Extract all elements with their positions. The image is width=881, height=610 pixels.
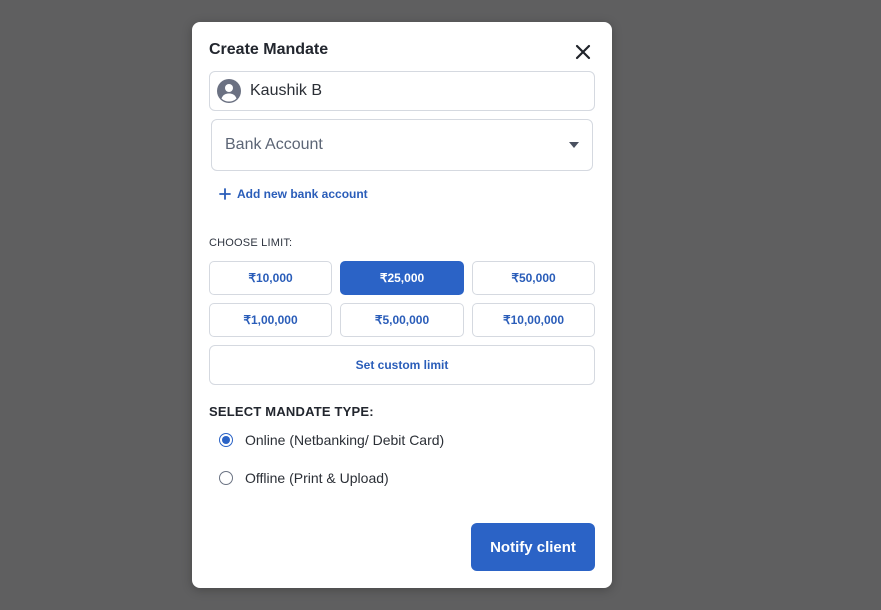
add-bank-account-label: Add new bank account xyxy=(237,187,368,201)
bank-account-placeholder: Bank Account xyxy=(225,136,323,153)
mandate-type-online[interactable]: Online (Netbanking/ Debit Card) xyxy=(219,432,444,448)
close-icon xyxy=(575,44,591,60)
client-field[interactable]: Kaushik B xyxy=(209,71,595,111)
modal-title: Create Mandate xyxy=(209,41,329,58)
mandate-type-label: SELECT MANDATE TYPE: xyxy=(209,404,374,419)
bank-account-select[interactable]: Bank Account xyxy=(211,119,593,171)
close-button[interactable] xyxy=(573,43,593,61)
radio-offline[interactable] xyxy=(219,471,233,485)
mandate-type-offline[interactable]: Offline (Print & Upload) xyxy=(219,470,389,486)
plus-icon xyxy=(219,188,231,200)
notify-client-button[interactable]: Notify client xyxy=(471,523,595,571)
set-custom-limit-button[interactable]: Set custom limit xyxy=(209,345,595,385)
add-bank-account-link[interactable]: Add new bank account xyxy=(219,187,368,201)
limit-option-25000[interactable]: ₹25,000 xyxy=(340,261,464,295)
limit-option-10000[interactable]: ₹10,000 xyxy=(209,261,332,295)
create-mandate-modal: Create Mandate Kaushik B Bank Account Ad… xyxy=(192,22,612,588)
user-avatar-icon xyxy=(217,79,241,103)
limit-option-100000[interactable]: ₹1,00,000 xyxy=(209,303,332,337)
mandate-type-online-label: Online (Netbanking/ Debit Card) xyxy=(245,432,445,448)
limit-option-50000[interactable]: ₹50,000 xyxy=(472,261,595,295)
mandate-type-offline-label: Offline (Print & Upload) xyxy=(245,470,389,486)
limit-option-1000000[interactable]: ₹10,00,000 xyxy=(472,303,595,337)
choose-limit-label: CHOOSE LIMIT: xyxy=(209,237,293,249)
radio-online[interactable] xyxy=(219,433,233,447)
client-name: Kaushik B xyxy=(250,82,323,99)
limit-option-500000[interactable]: ₹5,00,000 xyxy=(340,303,464,337)
caret-down-icon xyxy=(569,142,579,148)
